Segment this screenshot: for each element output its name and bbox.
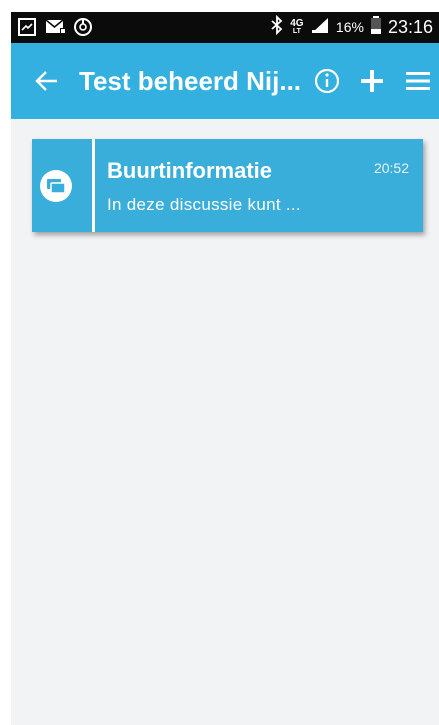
network-type-top: 4G [290, 17, 304, 29]
network-type: 4G LT [290, 17, 304, 36]
conversation-title: Buurtinformatie [107, 158, 272, 183]
bluetooth-icon [270, 14, 284, 40]
status-bar-right: 4G LT 16% 23:16 [270, 14, 433, 40]
network-type-bottom: LT [292, 27, 301, 35]
page-title: Test beheerd Nij... [79, 66, 302, 96]
conversation-time: 20:52 [373, 160, 409, 176]
mail-icon [45, 17, 66, 37]
menu-icon [406, 72, 430, 90]
info-button[interactable] [313, 67, 341, 95]
signal-icon [310, 16, 330, 39]
info-icon [314, 68, 340, 94]
arrow-left-icon [35, 71, 57, 91]
menu-button[interactable] [405, 69, 431, 93]
status-time: 23:16 [387, 16, 433, 37]
conversation-item[interactable]: Buurtinformatie 20:52 In deze discussie … [32, 139, 423, 232]
conversation-preview: In deze discussie kunt ... [107, 195, 301, 214]
add-button[interactable] [357, 66, 387, 96]
card-divider [92, 139, 95, 232]
status-bar: 4G LT 16% 23:16 [11, 12, 439, 43]
back-button[interactable] [33, 67, 61, 95]
status-bar-left [17, 17, 93, 37]
conversation-avatar [32, 139, 90, 232]
phone-screen: 4G LT 16% 23:16 Test beheerd Nij... Buur… [11, 12, 439, 725]
app-bar: Test beheerd Nij... [11, 43, 439, 119]
sync-icon [73, 17, 93, 37]
battery-icon [370, 15, 382, 40]
chat-bubbles-icon [40, 170, 72, 202]
battery-percent: 16% [335, 19, 364, 35]
gallery-icon [17, 17, 37, 37]
plus-icon [361, 70, 383, 92]
